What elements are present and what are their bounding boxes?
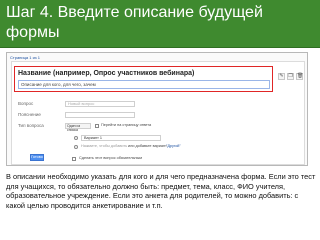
pencil-icon[interactable]: ✎ <box>278 73 285 80</box>
question-title-input[interactable]: Новый вопрос <box>65 101 135 107</box>
form-editor-screenshot: Страница 1 из 1 Название (например, Опро… <box>6 52 308 166</box>
slide-header: Шаг 4. Введите описание будущей формы <box>0 0 320 48</box>
question-type-label: Тип вопроса <box>18 123 44 128</box>
question-toolbar: ✎ ❐ 🗑 <box>278 73 304 81</box>
done-button[interactable]: Готово <box>30 154 44 161</box>
trash-icon[interactable]: 🗑 <box>296 73 303 80</box>
add-option-text[interactable]: Нажмите, чтобы добавить <box>81 144 127 149</box>
question-help-input[interactable] <box>65 112 135 118</box>
copy-icon[interactable]: ❐ <box>287 73 294 80</box>
caption-text: В описании необходимо указать для кого и… <box>6 172 316 210</box>
form-card: Название (например, Опрос участников веб… <box>11 61 305 165</box>
form-description-input[interactable]: Описание для кого, для чего, зачем <box>18 80 270 89</box>
required-checkbox[interactable] <box>72 157 76 161</box>
required-label: Сделать этот вопрос обязательным <box>79 156 142 160</box>
option-radio-1 <box>74 136 78 140</box>
question-help-label: Пояснение <box>18 112 41 117</box>
option-radio-2 <box>74 145 78 149</box>
question-title-label: Вопрос <box>18 101 34 106</box>
add-other-link[interactable]: "Другой" <box>166 144 181 149</box>
option-1-input[interactable]: Вариант 1 <box>81 135 161 141</box>
slide-title: Шаг 4. Введите описание будущей формы <box>6 4 263 41</box>
add-other-text: или добавьте вариант <box>128 144 167 148</box>
question-type-select[interactable]: Один из списка <box>65 123 91 132</box>
goto-page-label: Перейти на страницу ответа <box>101 123 152 127</box>
goto-page-checkbox[interactable] <box>95 124 99 128</box>
form-title[interactable]: Название (например, Опрос участников веб… <box>18 69 268 78</box>
title-description-highlight: Название (например, Опрос участников веб… <box>14 66 273 92</box>
